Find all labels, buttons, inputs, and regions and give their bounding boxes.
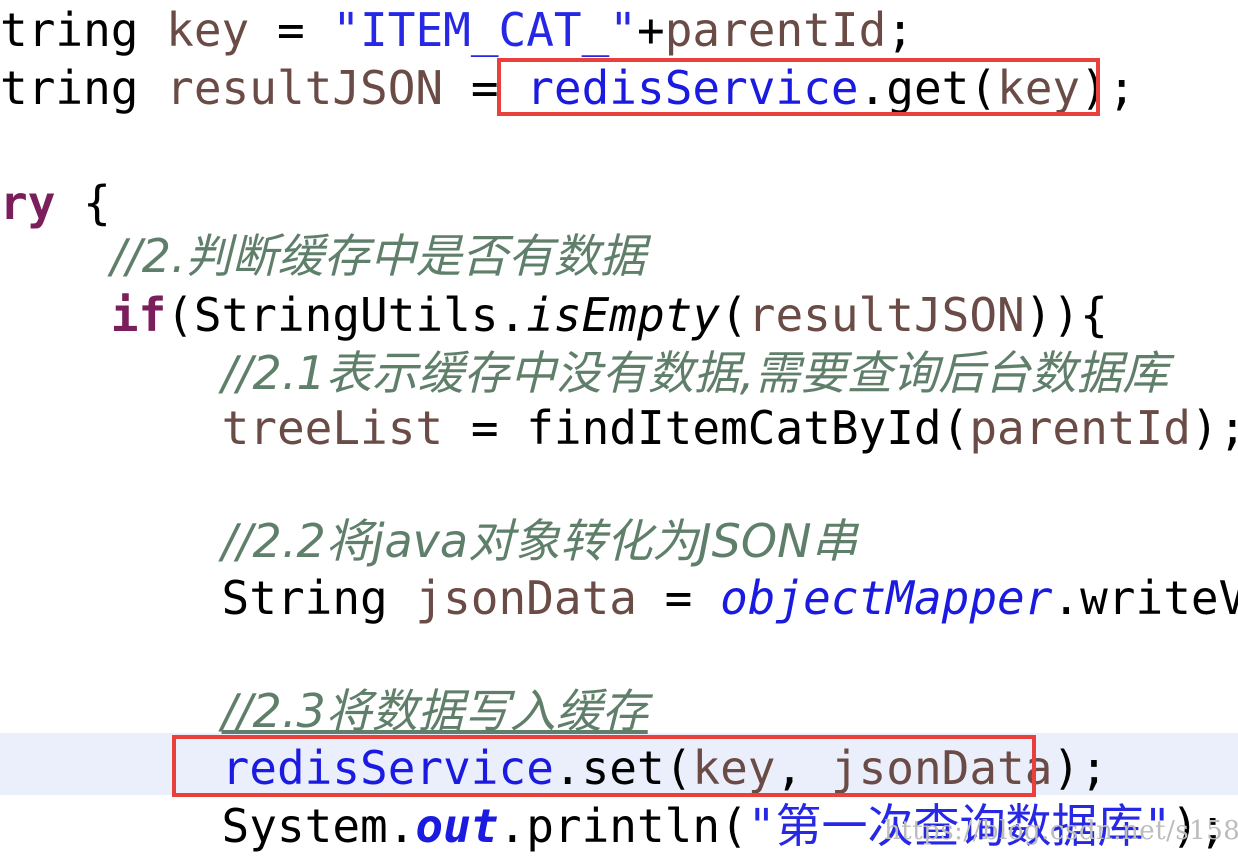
code-token-default: { bbox=[55, 176, 111, 230]
code-token-default: .writeValu bbox=[1052, 571, 1238, 625]
code-token-local: jsonData bbox=[415, 571, 637, 625]
code-token-default: = bbox=[636, 571, 721, 625]
code-token-default: ; bbox=[886, 3, 914, 57]
code-token-default bbox=[0, 288, 111, 342]
code-token-comment: //2.判断缓存中是否有数据 bbox=[110, 229, 646, 283]
code-line[interactable]: tring resultJSON = redisService.get(key)… bbox=[0, 60, 1136, 116]
code-token-local: key bbox=[692, 741, 776, 795]
code-line[interactable]: if(StringUtils.isEmpty(resultJSON)){ bbox=[0, 287, 1108, 343]
code-token-default: System. bbox=[0, 799, 416, 853]
code-token-keyword: ry bbox=[0, 176, 56, 230]
code-token-default bbox=[0, 346, 222, 400]
code-token-default: .set( bbox=[553, 741, 693, 795]
code-token-comment-underline: //2.3将数据写入缓存 bbox=[221, 684, 648, 738]
code-line[interactable]: treeList = findItemCatById(parentId); bbox=[0, 400, 1238, 456]
code-token-default: String bbox=[0, 571, 416, 625]
code-token-default: + bbox=[637, 3, 665, 57]
code-token-field: objectMapper bbox=[720, 571, 1053, 625]
code-token-field-static: out bbox=[415, 799, 499, 853]
code-token-default: .get( bbox=[858, 61, 998, 115]
code-line[interactable]: //2.3将数据写入缓存 bbox=[0, 683, 648, 739]
code-token-local: parentId bbox=[664, 3, 887, 57]
code-token-local: treeList bbox=[221, 401, 444, 455]
code-token-comment: //2.2将java对象转化为JSON串 bbox=[221, 514, 858, 568]
code-token-local: key bbox=[166, 3, 250, 57]
code-line[interactable]: tring key = "ITEM_CAT_"+parentId; bbox=[0, 2, 914, 58]
code-token-default: = findItemCatById( bbox=[443, 401, 970, 455]
code-token-default: )){ bbox=[1024, 288, 1108, 342]
code-token-default bbox=[0, 229, 111, 283]
code-token-default bbox=[0, 684, 222, 738]
code-token-default bbox=[0, 514, 222, 568]
code-token-local: parentId bbox=[969, 401, 1191, 455]
code-line[interactable]: redisService.set(key, jsonData); bbox=[0, 740, 1108, 796]
code-token-default: , bbox=[775, 741, 831, 795]
code-token-default: tring bbox=[0, 61, 167, 115]
code-token-ident-blue: redisService bbox=[221, 741, 554, 795]
code-line[interactable]: //2.2将java对象转化为JSON串 bbox=[0, 513, 858, 569]
code-token-comment: //2.1表示缓存中没有数据,需要查询后台数据库 bbox=[221, 346, 1169, 400]
code-token-string: "ITEM_CAT_" bbox=[332, 3, 637, 57]
code-token-default: ); bbox=[1080, 61, 1136, 115]
code-token-default: ( bbox=[720, 288, 748, 342]
code-line[interactable]: ry { bbox=[0, 175, 111, 231]
code-token-local: resultJSON bbox=[166, 61, 444, 115]
code-token-default: ); bbox=[1190, 401, 1238, 455]
code-token-local: jsonData bbox=[830, 741, 1053, 795]
code-token-default: .println( bbox=[498, 799, 748, 853]
watermark-text: https://blog.csdn.net/s15810313994 bbox=[884, 816, 1238, 846]
code-token-local: key bbox=[997, 61, 1081, 115]
code-token-default: tring bbox=[0, 3, 167, 57]
code-editor-viewport[interactable]: tring key = "ITEM_CAT_"+parentId; tring r… bbox=[0, 0, 1238, 856]
code-token-method-italic: isEmpty bbox=[526, 288, 721, 342]
code-token-default: = bbox=[249, 3, 333, 57]
code-token-local: resultJSON bbox=[747, 288, 1025, 342]
code-token-ident-blue: redisService bbox=[526, 61, 859, 115]
code-line[interactable]: //2.判断缓存中是否有数据 bbox=[0, 228, 646, 284]
code-token-default: (StringUtils. bbox=[166, 288, 527, 342]
code-token-default bbox=[0, 741, 222, 795]
code-token-default: ); bbox=[1052, 741, 1108, 795]
code-line[interactable]: String jsonData = objectMapper.writeValu bbox=[0, 570, 1238, 626]
code-token-default: = bbox=[443, 61, 527, 115]
code-token-keyword: if bbox=[110, 288, 167, 342]
code-line[interactable]: //2.1表示缓存中没有数据,需要查询后台数据库 bbox=[0, 345, 1169, 401]
code-token-default bbox=[0, 401, 222, 455]
